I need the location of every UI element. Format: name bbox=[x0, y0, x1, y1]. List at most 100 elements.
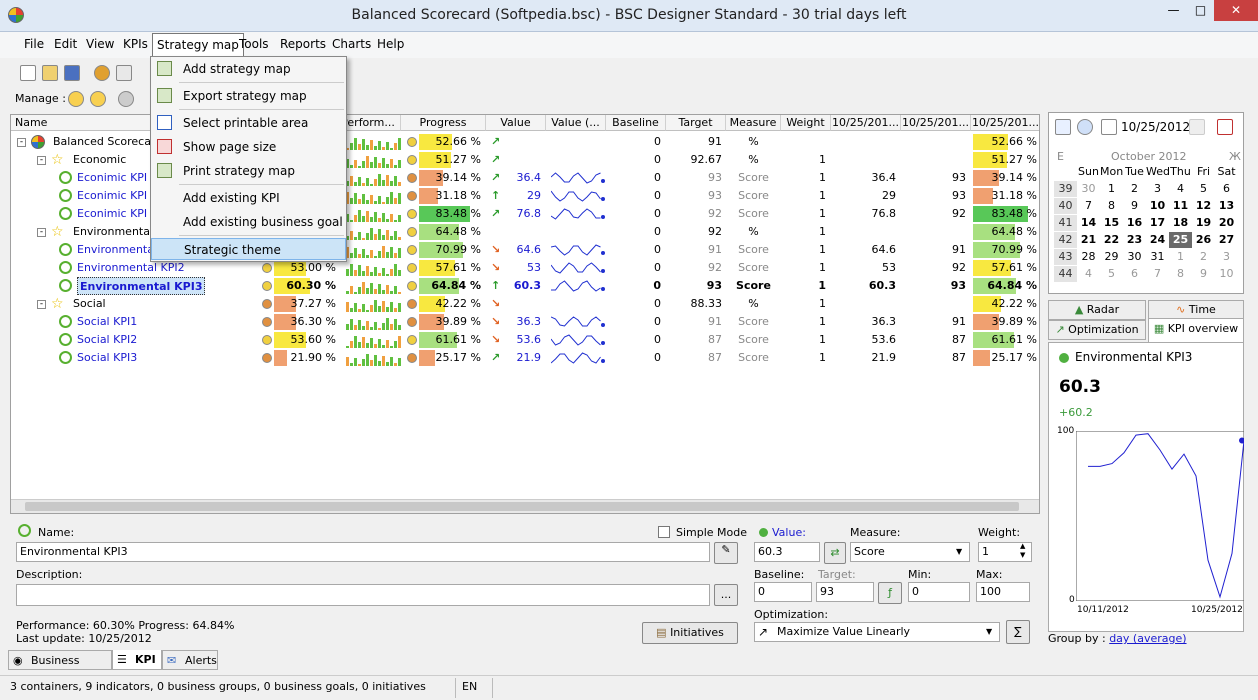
calculate-target-button[interactable]: ƒ bbox=[878, 582, 902, 604]
calendar-icon[interactable] bbox=[1055, 119, 1071, 135]
calendar-day[interactable]: 7 bbox=[1146, 266, 1169, 282]
calendar-day[interactable]: 3 bbox=[1146, 181, 1169, 197]
min-input[interactable]: 0 bbox=[908, 582, 970, 602]
calendar-day[interactable]: 26 bbox=[1192, 232, 1215, 248]
expand-toggle-icon[interactable]: - bbox=[17, 138, 26, 147]
calendar-prev[interactable]: E bbox=[1057, 150, 1064, 163]
gear-icon[interactable] bbox=[118, 91, 134, 107]
settings-icon[interactable] bbox=[94, 65, 110, 81]
calendar-day[interactable]: 16 bbox=[1123, 215, 1146, 231]
calendar-day[interactable]: 8 bbox=[1100, 198, 1123, 214]
calendar-date-icon[interactable] bbox=[1101, 119, 1117, 135]
back-icon[interactable] bbox=[1077, 119, 1093, 135]
menu-view[interactable]: View bbox=[86, 37, 114, 51]
chevron-down-icon[interactable]: ▼ bbox=[986, 627, 992, 636]
calendar-day[interactable]: 24 bbox=[1146, 232, 1169, 248]
calendar-day[interactable]: 11 bbox=[1169, 198, 1192, 214]
menu-edit[interactable]: Edit bbox=[54, 37, 77, 51]
measure-select[interactable]: Score bbox=[850, 542, 970, 562]
group-by-link[interactable]: day (average) bbox=[1109, 632, 1186, 645]
calendar-day[interactable]: 4 bbox=[1077, 266, 1100, 282]
calendar-day[interactable]: 20 bbox=[1215, 215, 1238, 231]
add-indicator-icon[interactable] bbox=[90, 91, 106, 107]
row-name[interactable]: Social KPI1 bbox=[77, 313, 137, 331]
calendar-day[interactable]: 30 bbox=[1077, 181, 1100, 197]
calendar-day[interactable]: 10 bbox=[1146, 198, 1169, 214]
tab-kpi-overview[interactable]: ▦ KPI overview bbox=[1148, 318, 1244, 342]
calendar-day[interactable]: 2 bbox=[1192, 249, 1215, 265]
menu-item-export-strategy-map[interactable]: Export strategy map bbox=[151, 85, 346, 107]
stepper-arrows-icon[interactable]: ▲ ▼ bbox=[1020, 542, 1025, 560]
calendar-day[interactable]: 9 bbox=[1192, 266, 1215, 282]
window-icon[interactable] bbox=[116, 65, 132, 81]
calendar-day[interactable]: 17 bbox=[1146, 215, 1169, 231]
row-name[interactable]: Econimic KPI 3 bbox=[77, 205, 158, 223]
baseline-input[interactable]: 0 bbox=[754, 582, 812, 602]
calendar-day[interactable]: 8 bbox=[1169, 266, 1192, 282]
menu-reports[interactable]: Reports bbox=[280, 37, 326, 51]
tab-alerts[interactable]: ✉ Alerts bbox=[162, 650, 218, 670]
row-name[interactable]: Social KPI3 bbox=[77, 349, 137, 367]
tab-radar[interactable]: ▲ Radar bbox=[1048, 300, 1146, 320]
calendar-day[interactable]: 23 bbox=[1123, 232, 1146, 248]
header-baseline[interactable]: Baseline bbox=[606, 115, 666, 131]
table-row[interactable]: Social KPI2 53.60 % 61.61 % ↘ 53.6 0 87 Score 1 5… bbox=[11, 331, 1039, 349]
row-name[interactable]: Balanced Scorecard bbox=[53, 133, 162, 151]
table-row[interactable]: Social KPI1 36.30 % 39.89 % ↘ 36.3 0 91 Score 1 3… bbox=[11, 313, 1039, 331]
save-icon[interactable] bbox=[64, 65, 80, 81]
menu-kpis[interactable]: KPIs bbox=[123, 37, 148, 51]
target-input[interactable]: 93 bbox=[816, 582, 874, 602]
calendar-day[interactable]: 6 bbox=[1215, 181, 1238, 197]
expand-toggle-icon[interactable]: - bbox=[37, 300, 46, 309]
menu-item-add-strategy-map[interactable]: Add strategy map bbox=[151, 58, 346, 80]
header-value-trend[interactable]: Value (... bbox=[546, 115, 606, 131]
menu-item-select-printable-area[interactable]: Select printable area bbox=[151, 112, 346, 134]
calendar-day[interactable]: 15 bbox=[1100, 215, 1123, 231]
table-row[interactable]: - ☆ Social 37.27 % 42.22 % ↘ 0 88.33% 1 42.22 % bbox=[11, 295, 1039, 313]
menu-item-show-page-size[interactable]: Show page size bbox=[151, 136, 346, 158]
calendar-day[interactable]: 10 bbox=[1215, 266, 1238, 282]
table-row[interactable]: Environmental KPI3 60.30 % 64.84 % ↑ 60.3 0 93… bbox=[11, 277, 1039, 295]
row-name[interactable]: Social bbox=[73, 295, 106, 313]
calendar-day[interactable]: 22 bbox=[1100, 232, 1123, 248]
calendar-day[interactable]: 30 bbox=[1123, 249, 1146, 265]
menu-strategy-map[interactable]: Strategy map bbox=[152, 33, 244, 57]
menu-help[interactable]: Help bbox=[377, 37, 404, 51]
description-input[interactable] bbox=[16, 584, 710, 606]
row-name[interactable]: Environmental bbox=[73, 223, 153, 241]
menu-file[interactable]: File bbox=[24, 37, 44, 51]
header-target[interactable]: Target bbox=[666, 115, 726, 131]
calendar-day[interactable]: 21 bbox=[1077, 232, 1100, 248]
calendar-day[interactable]: 27 bbox=[1215, 232, 1238, 248]
calendar-day[interactable]: 25 bbox=[1169, 232, 1192, 248]
calendar-day[interactable]: 2 bbox=[1123, 181, 1146, 197]
tab-business-goals[interactable]: ◉Business goals bbox=[8, 650, 112, 687]
header-date-2[interactable]: 10/25/201... bbox=[901, 115, 971, 131]
forward-icon[interactable] bbox=[1189, 119, 1205, 135]
calendar-day[interactable]: 9 bbox=[1123, 198, 1146, 214]
calendar-day[interactable]: 14 bbox=[1077, 215, 1100, 231]
header-value[interactable]: Value bbox=[486, 115, 546, 131]
table-row[interactable]: Social KPI3 21.90 % 25.17 % ↗ 21.9 0 87 Score 1 2… bbox=[11, 349, 1039, 367]
menu-item-add-existing-business-goal[interactable]: Add existing business goal bbox=[151, 211, 346, 233]
horizontal-scrollbar[interactable] bbox=[11, 499, 1039, 513]
expand-toggle-icon[interactable]: - bbox=[37, 228, 46, 237]
menu-item-strategic-theme[interactable]: Strategic theme bbox=[151, 238, 346, 260]
calendar-day[interactable]: 28 bbox=[1077, 249, 1100, 265]
menu-item-print-strategy-map[interactable]: Print strategy map bbox=[151, 160, 346, 182]
name-input[interactable]: Environmental KPI3 bbox=[16, 542, 710, 562]
header-progress[interactable]: Progress bbox=[401, 115, 486, 131]
calendar-day[interactable]: 5 bbox=[1100, 266, 1123, 282]
calendar-day[interactable]: 6 bbox=[1123, 266, 1146, 282]
new-file-icon[interactable] bbox=[20, 65, 36, 81]
menu-tools[interactable]: Tools bbox=[239, 37, 269, 51]
row-name[interactable]: Environmental KPI3 bbox=[77, 277, 206, 295]
chevron-down-icon[interactable]: ▼ bbox=[956, 547, 962, 556]
tab-time[interactable]: ∿ Time bbox=[1148, 300, 1244, 320]
header-measure[interactable]: Measure bbox=[726, 115, 781, 131]
refresh-value-button[interactable]: ⇄ bbox=[824, 542, 846, 564]
calendar-next[interactable]: Ж bbox=[1229, 150, 1241, 163]
value-input[interactable]: 60.3 bbox=[754, 542, 820, 562]
open-folder-icon[interactable] bbox=[42, 65, 58, 81]
menu-item-add-existing-kpi[interactable]: Add existing KPI bbox=[151, 187, 346, 209]
